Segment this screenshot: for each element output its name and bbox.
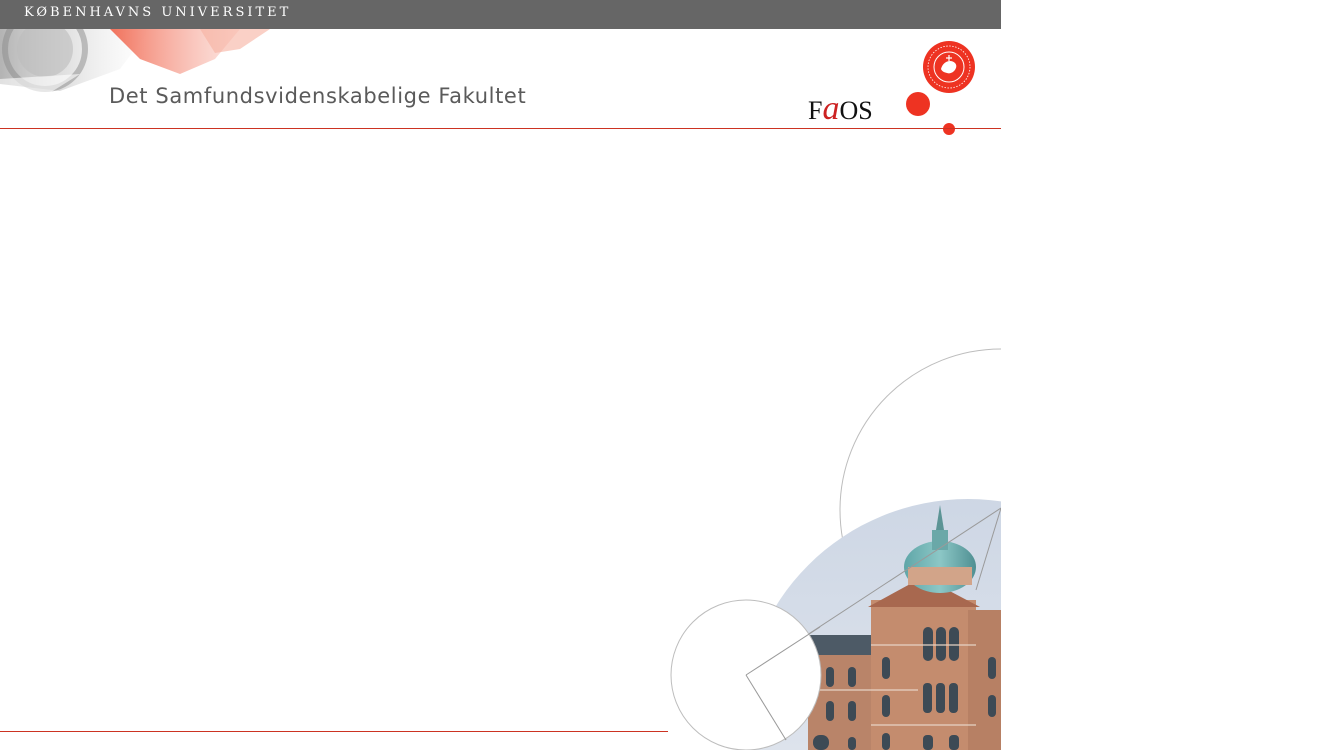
university-name: KØBENHAVNS UNIVERSITET <box>24 5 292 20</box>
header-rule <box>0 128 1001 129</box>
university-building-photo <box>670 348 1001 750</box>
top-bar: KØBENHAVNS UNIVERSITET <box>0 0 1001 29</box>
footer-rule <box>0 731 668 732</box>
slide: KØBENHAVNS UNIVERSITET Det Samfundsviden… <box>0 0 1001 750</box>
blank-margin <box>1001 0 1333 750</box>
faos-logo-suffix: OS <box>839 96 873 125</box>
faos-logo: FaOS <box>808 92 873 126</box>
decorative-dot-small <box>943 123 955 135</box>
faos-logo-prefix: F <box>808 96 823 125</box>
decorative-dot-large <box>906 92 930 116</box>
faculty-name: Det Samfundsvidenskabelige Fakultet <box>109 84 527 108</box>
university-seal-icon <box>923 41 975 93</box>
faos-logo-accent: a <box>822 90 840 127</box>
